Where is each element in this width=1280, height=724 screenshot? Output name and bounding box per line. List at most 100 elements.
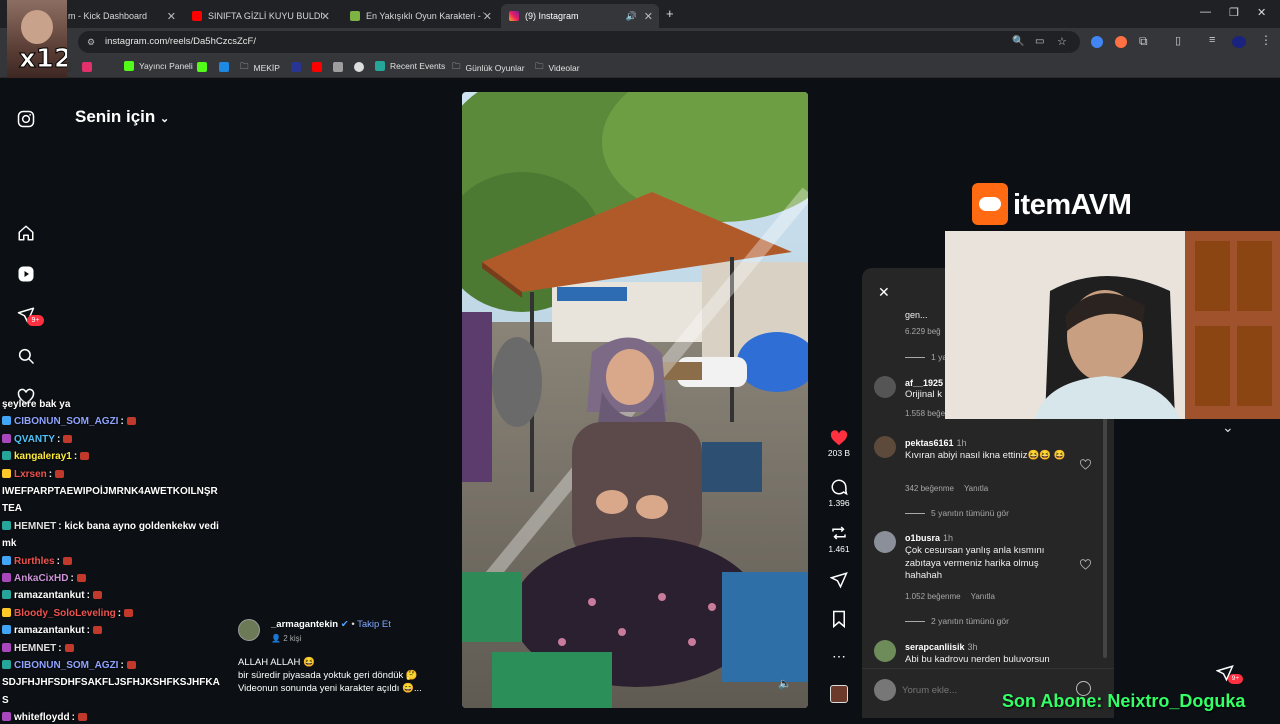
bookmark-recent-events[interactable]: Recent Events: [375, 61, 445, 71]
chat-username[interactable]: CIBONUN_SOM_AGZI: [14, 416, 118, 427]
bookmark-yayinci-paneli[interactable]: Yayıncı Paneli: [124, 61, 193, 71]
caption-line[interactable]: Videonun sonunda yeni karakter açıldı 😄.…: [238, 683, 422, 694]
chat-username[interactable]: Rurthles: [14, 556, 55, 567]
author-username[interactable]: _armagantekin: [271, 619, 338, 630]
view-replies[interactable]: 1 ya: [905, 352, 947, 362]
site-icon[interactable]: [354, 62, 364, 72]
search-icon[interactable]: [17, 347, 35, 365]
comment-username[interactable]: af__1925: [905, 378, 943, 388]
site-icon[interactable]: [219, 62, 229, 72]
chat-text: şeylere bak ya: [2, 399, 71, 410]
extension-icon[interactable]: [1091, 36, 1103, 48]
chat-emote-icon: [124, 608, 134, 617]
like-comment-icon[interactable]: [1080, 559, 1091, 570]
like-comment-icon[interactable]: [1080, 459, 1091, 470]
mute-icon[interactable]: 🔈: [778, 677, 792, 690]
close-tab-icon[interactable]: ✕: [644, 10, 653, 23]
chat-username[interactable]: CIBONUN_SOM_AGZI: [14, 660, 118, 671]
image-icon[interactable]: [333, 62, 343, 72]
follow-button[interactable]: Takip Et: [357, 619, 391, 630]
address-bar[interactable]: ⚙ instagram.com/reels/Da5hCzcsZcF/ 🔍 ▭ ☆: [78, 31, 1080, 53]
close-tab-icon[interactable]: ✕: [321, 10, 330, 23]
tab-oyun-karakteri[interactable]: En Yakışıklı Oyun Karakteri - Ti ✕: [342, 4, 498, 28]
site-info-icon[interactable]: ⚙: [87, 31, 95, 53]
kick-icon[interactable]: [197, 62, 207, 72]
chat-text: : kick bana ayno goldenkekw vedi: [58, 520, 219, 532]
reading-list-icon[interactable]: ≡: [1209, 34, 1215, 46]
side-panel-icon[interactable]: ▯: [1175, 34, 1181, 47]
minimize-icon[interactable]: —: [1200, 6, 1211, 18]
more-options-icon[interactable]: ⋯: [824, 648, 854, 665]
chat-username[interactable]: ramazantankut: [14, 590, 85, 601]
tab-kick-dashboard[interactable]: m - Kick Dashboard ✕: [60, 4, 182, 28]
bookmark-star-icon[interactable]: ☆: [1057, 31, 1067, 53]
close-window-icon[interactable]: ✕: [1257, 6, 1266, 19]
folder-icon: 🗀: [240, 61, 249, 71]
reels-icon[interactable]: [17, 265, 35, 283]
scrollbar[interactable]: [1103, 418, 1107, 658]
chat-username[interactable]: HEMNET: [14, 521, 56, 532]
site-icon[interactable]: [291, 62, 301, 72]
avatar[interactable]: [238, 619, 260, 641]
zoom-icon[interactable]: 🔍: [1012, 31, 1024, 53]
extension-icon[interactable]: [1115, 36, 1127, 48]
avatar[interactable]: [874, 436, 896, 458]
heart-filled-icon: [830, 430, 848, 446]
comment-meta: 6.229 beğ: [905, 327, 941, 336]
profile-avatar[interactable]: [1232, 36, 1246, 48]
youtube-icon[interactable]: [312, 62, 322, 72]
save-button[interactable]: [824, 610, 854, 630]
reel-video[interactable]: 🔈: [462, 92, 808, 708]
reply-button[interactable]: Yanıtla: [964, 484, 988, 493]
avatar[interactable]: [874, 376, 896, 398]
chevron-down-icon[interactable]: ⌄: [1222, 419, 1234, 436]
reply-button[interactable]: Yanıtla: [971, 592, 995, 601]
cast-icon[interactable]: ▭: [1035, 31, 1044, 53]
chat-username[interactable]: QVANTY: [14, 434, 55, 445]
chat-username[interactable]: AnkaCixHD: [14, 573, 68, 584]
close-tab-icon[interactable]: ✕: [167, 10, 176, 23]
bookmark-gunluk-oyunlar[interactable]: 🗀 Günlük Oyunlar: [452, 61, 525, 75]
chat-username[interactable]: HEMNET: [14, 643, 56, 654]
view-replies[interactable]: 5 yanıtın tümünü gör: [905, 508, 1009, 518]
home-icon[interactable]: [17, 224, 35, 242]
kebab-menu-icon[interactable]: ⋮: [1260, 33, 1272, 47]
chat-username[interactable]: Lxrsen: [14, 469, 47, 480]
comment-button[interactable]: 1.396: [824, 478, 854, 508]
comment-username[interactable]: o1busra 1h: [905, 533, 953, 543]
chat-username[interactable]: Bloody_SoloLeveling: [14, 608, 116, 619]
chat-emote-icon: [64, 643, 74, 652]
instagram-icon[interactable]: [82, 62, 92, 72]
extensions-puzzle-icon[interactable]: ⧉: [1139, 34, 1148, 49]
messages-floating-button[interactable]: 9+: [1215, 664, 1243, 687]
chat-username[interactable]: kangaleray1: [14, 451, 72, 462]
webcam-overlay: [945, 231, 1280, 419]
avatar[interactable]: [874, 531, 896, 553]
close-icon[interactable]: ✕: [878, 284, 890, 301]
chat-username[interactable]: whitefloydd: [14, 712, 70, 723]
speaker-icon[interactable]: 🔊: [626, 11, 637, 22]
avatar[interactable]: [874, 640, 896, 662]
restore-icon[interactable]: ❐: [1229, 6, 1239, 19]
bookmark-videolar[interactable]: 🗀 Videolar: [535, 61, 580, 75]
new-tab-button[interactable]: +: [666, 6, 674, 21]
chat-text: :: [56, 555, 60, 567]
view-replies[interactable]: 2 yanıtın tümünü gör: [905, 616, 1009, 626]
comment-username[interactable]: pektas6161 1h: [905, 438, 967, 448]
notification-badge: 9+: [1228, 674, 1243, 684]
chat-message: S: [2, 694, 9, 707]
bookmark-mekip[interactable]: 🗀 MEKİP: [240, 61, 280, 75]
comment-username[interactable]: serapcanliisik 3h: [905, 642, 978, 652]
audio-thumbnail[interactable]: [830, 685, 848, 703]
tab-label: m - Kick Dashboard: [68, 11, 148, 21]
instagram-logo-icon[interactable]: [17, 110, 35, 128]
close-tab-icon[interactable]: ✕: [483, 10, 492, 23]
repost-button[interactable]: 1.461: [824, 524, 854, 554]
chat-username[interactable]: ramazantankut: [14, 625, 85, 636]
tab-youtube[interactable]: SINIFTA GİZLİ KUYU BULDUK! ✕: [184, 4, 336, 28]
like-button[interactable]: 203 B: [824, 430, 854, 458]
chat-message: TEA: [2, 502, 22, 515]
feed-title[interactable]: Senin için ⌄: [75, 107, 169, 127]
tab-instagram[interactable]: (9) Instagram 🔊 ✕: [501, 4, 659, 28]
send-button[interactable]: [824, 571, 854, 591]
